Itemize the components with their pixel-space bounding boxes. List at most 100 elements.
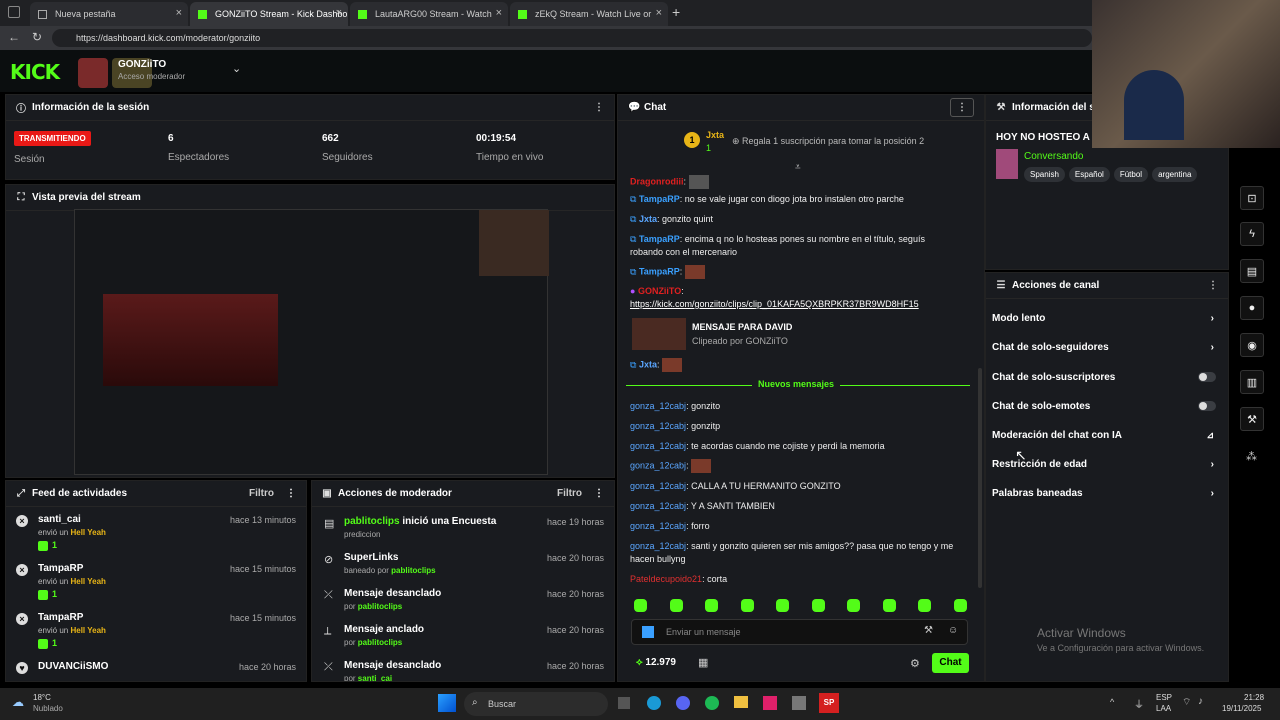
chat-username[interactable]: TampaRP: [639, 266, 680, 276]
emote-button[interactable]: [811, 599, 825, 612]
gear-icon[interactable]: ⚙: [910, 657, 920, 670]
folder-icon[interactable]: [734, 696, 748, 708]
tray-chevron-icon[interactable]: ^: [1110, 697, 1114, 707]
chat-input[interactable]: Enviar un mensaje ⚒ ☺: [631, 619, 968, 645]
windows-start-icon[interactable]: [438, 694, 456, 712]
channel-action-row[interactable]: Modo lento ›: [992, 313, 1222, 327]
feed-item[interactable]: ♥ DUVANCiiSMO hace 20 horas: [6, 658, 306, 681]
more-icon[interactable]: ⋮: [1208, 280, 1218, 291]
network-icon[interactable]: ⏚: [1134, 696, 1144, 711]
emote-button[interactable]: [705, 599, 718, 612]
close-icon[interactable]: ×: [336, 7, 342, 19]
volume-icon[interactable]: ♪: [1198, 696, 1203, 707]
close-icon[interactable]: ×: [496, 7, 502, 19]
emote-button[interactable]: [776, 599, 789, 612]
stream-preview-video[interactable]: [74, 209, 549, 475]
chat-username[interactable]: Jxta: [639, 359, 657, 369]
clip-tool-icon[interactable]: ⊡: [1240, 186, 1264, 210]
tools-icon[interactable]: ⚒: [1240, 407, 1264, 431]
lightning-icon[interactable]: ϟ: [1240, 222, 1264, 246]
tag-chip[interactable]: Español: [1068, 167, 1110, 182]
emote-button[interactable]: [634, 599, 647, 612]
emote-button[interactable]: [918, 599, 931, 612]
feed-user[interactable]: TampaRP: [38, 612, 83, 623]
channel-action-row[interactable]: Chat de solo-suscriptores: [992, 372, 1222, 386]
spotify-icon[interactable]: [705, 696, 719, 710]
kick-logo[interactable]: KICK: [10, 60, 60, 84]
channel-action-row[interactable]: Moderación del chat con IA ⊿: [992, 430, 1222, 444]
wifi-icon[interactable]: ⌔: [1182, 696, 1191, 709]
more-icon[interactable]: ⋮: [594, 488, 604, 499]
mod-action-user[interactable]: pablitoclips: [358, 602, 402, 611]
close-icon[interactable]: ×: [656, 7, 662, 19]
channel-action-row[interactable]: Palabras baneadas ›: [992, 488, 1222, 502]
chat-username[interactable]: gonza_12cabj: [630, 441, 686, 451]
channel-action-row[interactable]: Chat de solo-emotes: [992, 401, 1222, 415]
emote-button[interactable]: [847, 599, 860, 612]
mod-action-user[interactable]: pablitoclips: [358, 638, 402, 647]
chat-username[interactable]: Dragonrodiii: [630, 176, 684, 186]
app-icon[interactable]: [763, 696, 777, 710]
tab-zekq[interactable]: zEkQ Stream - Watch Live or ×: [510, 2, 668, 26]
chat-username[interactable]: gonza_12cabj: [630, 521, 686, 531]
feed-item[interactable]: × santi_cai hace 13 minutos envió un Hell Y…: [6, 511, 306, 557]
edge-icon[interactable]: [647, 696, 661, 710]
url-field[interactable]: https://dashboard.kick.com/moderator/gon…: [52, 29, 1092, 47]
emote-button[interactable]: [740, 599, 754, 612]
chat-username[interactable]: gonza_12cabj: [630, 460, 686, 470]
feed-item[interactable]: × TampaRP hace 15 minutos envió un Hell Yea…: [6, 560, 306, 606]
emote-button[interactable]: [669, 599, 683, 612]
layout-icon[interactable]: ▥: [1240, 370, 1264, 394]
weather-temp[interactable]: 18°C: [33, 693, 51, 702]
chat-bubble-icon[interactable]: ●: [1240, 296, 1264, 320]
chat-username[interactable]: TampaRP: [639, 194, 680, 204]
filter-button[interactable]: Filtro: [557, 488, 582, 499]
emote-button[interactable]: [882, 599, 896, 612]
chat-username[interactable]: gonza_12cabj: [630, 541, 686, 551]
pin-icon[interactable]: ⩡: [795, 162, 801, 173]
tag-chip[interactable]: Fútbol: [1113, 167, 1149, 182]
feed-user[interactable]: TampaRP: [38, 563, 83, 574]
clip-link[interactable]: https://kick.com/gonziito/clips/clip_01K…: [630, 299, 919, 309]
discord-icon[interactable]: [676, 696, 690, 710]
back-icon[interactable]: ←: [8, 30, 20, 44]
tab-new[interactable]: Nueva pestaña ×: [30, 2, 188, 26]
clock-time[interactable]: 21:28: [1244, 693, 1264, 702]
feed-item[interactable]: × TampaRP hace 15 minutos envió un Hell Yea…: [6, 609, 306, 655]
mod-action-user[interactable]: pablitoclips: [391, 566, 435, 575]
feed-user[interactable]: santi_cai: [38, 514, 81, 525]
share-icon[interactable]: ⁂: [1246, 450, 1257, 463]
chat-username[interactable]: GONZiiTO: [638, 286, 681, 296]
chat-username[interactable]: gonza_12cabj: [630, 401, 686, 411]
mod-action-item[interactable]: ⤫ Mensaje desanclado por santi_cai hace 20 …: [312, 659, 614, 681]
more-icon[interactable]: ⋮: [594, 102, 604, 113]
clip-thumbnail[interactable]: [632, 318, 686, 350]
mod-action-user[interactable]: santi_cai: [358, 674, 392, 681]
reload-icon[interactable]: ↻: [32, 30, 42, 44]
chat-username[interactable]: Jxta: [639, 214, 657, 224]
feed-user[interactable]: DUVANCiiSMO: [38, 661, 108, 672]
emote-button[interactable]: [953, 599, 967, 612]
tab-menu-icon[interactable]: [8, 6, 20, 18]
tab-lautaarg[interactable]: LautaARG00 Stream - Watch ×: [350, 2, 508, 26]
tag-chip[interactable]: Spanish: [1024, 167, 1065, 182]
chevron-down-icon[interactable]: ⌄: [232, 62, 241, 75]
chat-username[interactable]: gonza_12cabj: [630, 501, 686, 511]
channel-action-row[interactable]: Chat de solo-seguidores ›: [992, 342, 1222, 356]
more-icon[interactable]: ⋮: [286, 488, 296, 499]
tag-chip[interactable]: argentina: [1152, 167, 1198, 182]
new-tab-icon[interactable]: +: [672, 4, 680, 20]
send-chat-button[interactable]: Chat: [932, 653, 969, 673]
toggle-switch[interactable]: [1198, 401, 1216, 411]
chat-username[interactable]: gonza_12cabj: [630, 481, 686, 491]
chat-username[interactable]: gonza_12cabj: [630, 421, 686, 431]
notes-icon[interactable]: ▤: [1240, 259, 1264, 283]
tool-icon[interactable]: [792, 696, 806, 710]
more-icon[interactable]: ⋮: [950, 98, 974, 117]
broadcast-icon[interactable]: ◉: [1240, 333, 1264, 357]
tab-gonziito[interactable]: GONZiiTO Stream - Kick Dashbo ×: [190, 2, 348, 26]
gift-sub-prompt[interactable]: ⊕ Regala 1 suscripción para tomar la pos…: [732, 136, 924, 147]
taskbar-search[interactable]: ⌕ Buscar: [464, 692, 608, 716]
filter-button[interactable]: Filtro: [249, 488, 274, 499]
avatar[interactable]: [78, 58, 108, 88]
